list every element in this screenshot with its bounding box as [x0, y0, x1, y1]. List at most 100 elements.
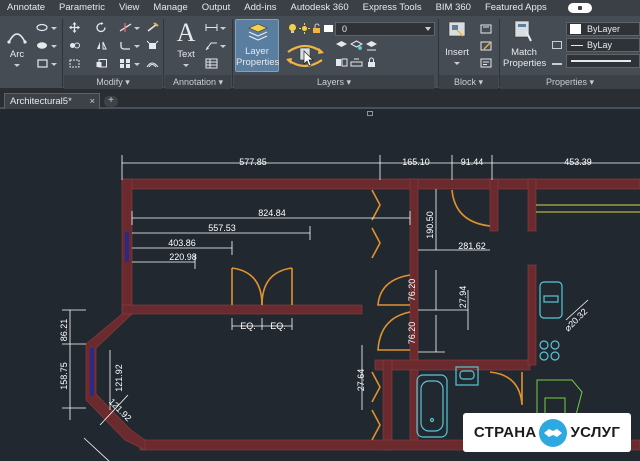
tab-autodesk-360[interactable]: Autodesk 360	[284, 0, 356, 16]
dim-281: 281.62	[458, 241, 486, 251]
panel-separator	[232, 19, 233, 87]
sink-bowl	[459, 370, 475, 380]
annotation-panel-title[interactable]: Annotation ▾	[165, 75, 231, 89]
bathtub-inner	[420, 380, 444, 432]
scale-icon[interactable]	[95, 58, 108, 69]
color-swatch	[570, 24, 581, 34]
modify-dropdown-arrow-1[interactable]	[134, 27, 140, 30]
table-icon[interactable]	[205, 58, 218, 69]
dimension-icon[interactable]	[205, 22, 218, 33]
ellipse-filled-icon[interactable]	[36, 40, 49, 51]
move-icon[interactable]	[68, 22, 81, 33]
copy-icon[interactable]	[68, 40, 81, 51]
door-swing-top	[451, 189, 491, 227]
ribbon-toggle-icon	[577, 6, 582, 10]
file-tab-architectural5[interactable]: Architectural5* ×	[4, 93, 100, 109]
modify-dropdown-arrow-2[interactable]	[134, 45, 140, 48]
layers-panel-label: Layers	[316, 77, 344, 87]
text-dropdown-arrow[interactable]	[183, 64, 189, 67]
explode-icon[interactable]	[146, 40, 159, 51]
tab-manage[interactable]: Manage	[146, 0, 194, 16]
layer-properties-button[interactable]: Layer Properties	[235, 19, 279, 72]
tab-parametric[interactable]: Parametric	[52, 0, 112, 16]
tab-featured-apps[interactable]: Featured Apps	[478, 0, 554, 16]
trim-icon[interactable]	[119, 22, 132, 33]
tab-output[interactable]: Output	[195, 0, 238, 16]
layer-off-icon[interactable]	[365, 40, 378, 51]
draw-dropdown-arrow-2[interactable]	[51, 45, 57, 48]
properties-panel-label: Properties	[545, 77, 587, 87]
array-icon[interactable]	[119, 58, 132, 69]
ribbon-toggle-button[interactable]	[567, 3, 592, 13]
panel-separator	[62, 19, 63, 87]
insert-button-label[interactable]: Insert	[440, 47, 474, 58]
linetype-sample	[571, 45, 583, 46]
burner-2	[550, 340, 560, 350]
insert-dropdown-arrow[interactable]	[454, 62, 460, 65]
dim-453: 453.39	[564, 157, 592, 167]
draw-dropdown-arrow-1[interactable]	[51, 27, 57, 30]
right-window	[536, 204, 640, 213]
tab-add-ins[interactable]: Add-ins	[237, 0, 283, 16]
text-button-label[interactable]: Text	[172, 49, 200, 60]
tab-view[interactable]: View	[112, 0, 146, 16]
linetype-icon[interactable]	[552, 41, 562, 49]
fillet-icon[interactable]	[119, 40, 132, 51]
close-tab-icon[interactable]: ×	[89, 94, 95, 109]
arc-icon[interactable]	[6, 24, 28, 46]
tab-bim-360[interactable]: BIM 360	[429, 0, 478, 16]
edit-block-icon[interactable]	[480, 40, 493, 51]
drawing-canvas[interactable]: 577.85 165.10 91.44 453.39 824.84 557.53…	[0, 109, 640, 461]
modify-panel-title[interactable]: Modify ▾	[64, 75, 162, 89]
tab-express-tools[interactable]: Express Tools	[356, 0, 429, 16]
lineweight-dropdown[interactable]	[566, 54, 640, 68]
layer-dropdown[interactable]: 0	[335, 22, 435, 36]
match-properties-icon[interactable]	[512, 19, 534, 43]
properties-panel-title[interactable]: Properties ▾	[500, 75, 640, 89]
layer-states-cursor-icon[interactable]	[285, 38, 325, 72]
layer-match-icon[interactable]	[335, 57, 348, 68]
stretch-icon[interactable]	[68, 58, 81, 69]
ellipse-icon[interactable]	[36, 22, 49, 33]
lineweight-icon[interactable]	[552, 57, 562, 65]
layer-lock-icon[interactable]	[365, 57, 378, 68]
ribbon-tab-bar: Annotate Parametric View Manage Output A…	[0, 0, 640, 16]
toilet-tank	[539, 281, 563, 319]
block-attributes-icon[interactable]	[480, 57, 493, 68]
insert-block-icon[interactable]	[446, 19, 468, 41]
color-dropdown[interactable]: ByLayer	[566, 22, 640, 36]
mirror-icon[interactable]	[95, 40, 108, 51]
annotation-dropdown-arrow-2[interactable]	[220, 45, 226, 48]
match-properties-label-1[interactable]: Match	[503, 47, 545, 58]
block-panel-title[interactable]: Block ▾	[439, 75, 498, 89]
offset-icon[interactable]	[146, 58, 159, 69]
layer-freeze-icon[interactable]	[350, 40, 363, 51]
layer-color-swatch-icon[interactable]	[322, 23, 335, 34]
rectangle-icon[interactable]	[36, 58, 49, 69]
annotation-dropdown-arrow-1[interactable]	[220, 27, 226, 30]
tab-annotate[interactable]: Annotate	[0, 0, 52, 16]
panel-separator	[163, 19, 164, 87]
create-block-icon[interactable]	[480, 23, 493, 34]
linetype-dropdown[interactable]: ByLay	[566, 38, 640, 52]
arc-button-label[interactable]: Arc	[6, 49, 28, 60]
layer-current-icon[interactable]	[350, 57, 363, 68]
leader-icon[interactable]	[205, 40, 218, 51]
layer-stack-icon	[248, 23, 268, 41]
rotate-icon[interactable]	[95, 22, 108, 33]
draw-dropdown-arrow-3[interactable]	[51, 63, 57, 66]
watermark-text-right: УСЛУГ	[570, 424, 621, 441]
new-tab-button[interactable]: +	[104, 96, 118, 107]
svg-text:A: A	[177, 19, 196, 45]
arc-dropdown-arrow[interactable]	[14, 64, 20, 67]
layer-isolate-icon[interactable]	[335, 40, 348, 51]
door-closet-1	[371, 189, 381, 221]
modify-dropdown-arrow-3[interactable]	[134, 63, 140, 66]
text-icon[interactable]: A	[175, 19, 197, 45]
wall-bathroom-top	[374, 359, 531, 371]
match-properties-label-2[interactable]: Properties	[503, 58, 546, 69]
watermark-logo: СТРАНА УСЛУГ	[463, 413, 631, 452]
erase-icon[interactable]	[146, 22, 159, 33]
block-panel-label: Block	[453, 77, 476, 87]
layers-panel-title[interactable]: Layers ▾	[234, 75, 434, 89]
